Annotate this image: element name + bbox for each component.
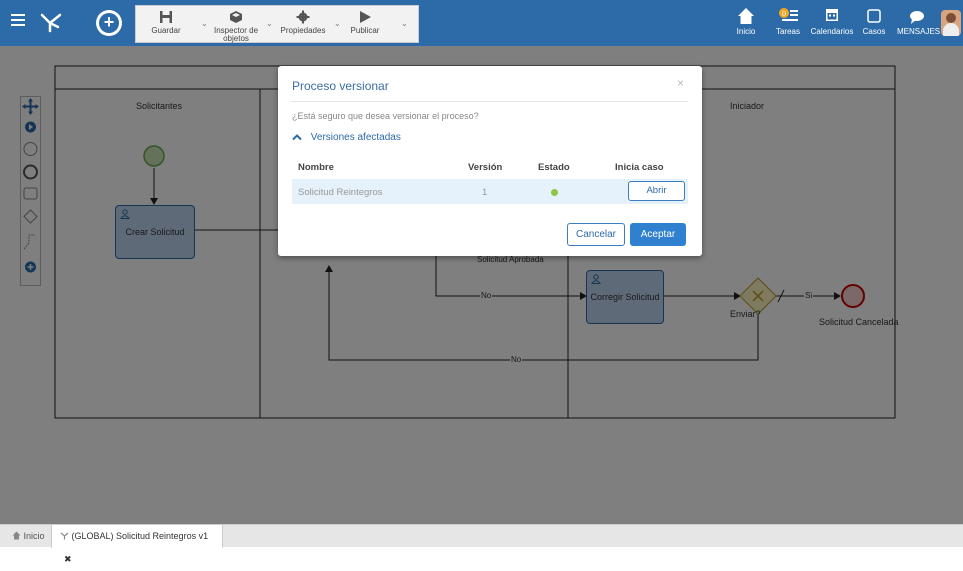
close-icon[interactable]: × xyxy=(677,76,684,90)
tab-process[interactable]: (GLOBAL) Solicitud Reintegros v1 ✖ xyxy=(51,525,223,564)
publish-button[interactable]: Publicar xyxy=(345,8,385,35)
version-process-dialog: Proceso versionar × ¿Está seguro que des… xyxy=(278,66,702,256)
play-icon xyxy=(360,11,371,23)
nav-home-label: Inicio xyxy=(736,27,756,36)
status-indicator xyxy=(551,189,558,196)
properties-label: Propiedades xyxy=(280,26,326,35)
properties-dropdown-icon[interactable]: ⌄ xyxy=(334,19,341,28)
object-inspector-button[interactable]: Inspector de objetos xyxy=(212,8,260,43)
tab-home[interactable]: Inicio xyxy=(12,525,45,548)
calendar-icon xyxy=(826,9,838,21)
properties-button[interactable]: Propiedades xyxy=(279,8,327,35)
nav-tasks[interactable]: 0 Tareas xyxy=(774,5,802,36)
nav-cases[interactable]: Casos xyxy=(861,5,887,36)
cases-icon xyxy=(867,9,881,23)
publish-dropdown-icon[interactable]: ⌄ xyxy=(401,19,408,28)
logo-icon[interactable] xyxy=(38,9,64,35)
save-icon xyxy=(160,11,172,23)
col-name-header: Nombre xyxy=(298,162,334,173)
tab-process-label: (GLOBAL) Solicitud Reintegros v1 xyxy=(71,531,209,541)
tab-bar: Inicio (GLOBAL) Solicitud Reintegros v1 … xyxy=(0,524,963,564)
row-version: 1 xyxy=(482,187,488,198)
close-tab-icon[interactable]: ✖ xyxy=(64,554,72,564)
dialog-question: ¿Está seguro que desea versionar el proc… xyxy=(292,111,479,121)
nav-calendars-label: Calendarios xyxy=(810,27,854,36)
save-label: Guardar xyxy=(151,26,181,35)
tasks-badge: 0 xyxy=(782,11,786,18)
nav-cases-label: Casos xyxy=(862,27,886,36)
home-small-icon xyxy=(12,531,21,540)
divider xyxy=(291,101,688,102)
cube-icon xyxy=(230,11,242,23)
nav-messages[interactable]: MENSAJES xyxy=(897,5,941,36)
nav-messages-label: MENSAJES xyxy=(897,27,941,36)
top-bar: Guardar ⌄ Inspector de objetos ⌄ Propied… xyxy=(0,0,963,46)
nav-tasks-label: Tareas xyxy=(775,27,800,36)
new-button[interactable] xyxy=(96,10,122,36)
nav-calendars[interactable]: Calendarios xyxy=(810,5,854,36)
affected-versions-toggle[interactable]: Versiones afectadas xyxy=(292,132,401,143)
cancel-button[interactable]: Cancelar xyxy=(567,223,625,246)
menu-icon[interactable] xyxy=(11,14,25,28)
chevron-up-icon xyxy=(292,134,302,141)
affected-versions-label: Versiones afectadas xyxy=(310,132,401,143)
col-status-header: Estado xyxy=(538,162,570,173)
col-starts-case-header: Inicia caso xyxy=(615,162,664,173)
toolbar: Guardar ⌄ Inspector de objetos ⌄ Propied… xyxy=(135,5,419,43)
gear-icon xyxy=(296,10,310,24)
process-icon xyxy=(60,532,69,540)
user-avatar[interactable] xyxy=(941,10,961,36)
save-button[interactable]: Guardar xyxy=(146,8,186,35)
col-version-header: Versión xyxy=(468,162,503,173)
accept-button[interactable]: Aceptar xyxy=(630,223,686,246)
nav-home[interactable]: Inicio xyxy=(733,5,759,36)
tab-home-label: Inicio xyxy=(23,531,45,541)
save-dropdown-icon[interactable]: ⌄ xyxy=(201,19,208,28)
inspector-dropdown-icon[interactable]: ⌄ xyxy=(266,19,273,28)
dialog-title: Proceso versionar xyxy=(292,79,389,93)
table-row: Solicitud Reintegros 1 Abrir xyxy=(292,179,688,204)
tasks-icon: 0 xyxy=(779,8,798,21)
inspector-label-2: objetos xyxy=(223,34,249,43)
publish-label: Publicar xyxy=(350,26,380,35)
row-name: Solicitud Reintegros xyxy=(298,187,383,198)
chat-icon xyxy=(910,11,924,24)
home-icon xyxy=(738,8,754,24)
open-button[interactable]: Abrir xyxy=(628,181,685,201)
